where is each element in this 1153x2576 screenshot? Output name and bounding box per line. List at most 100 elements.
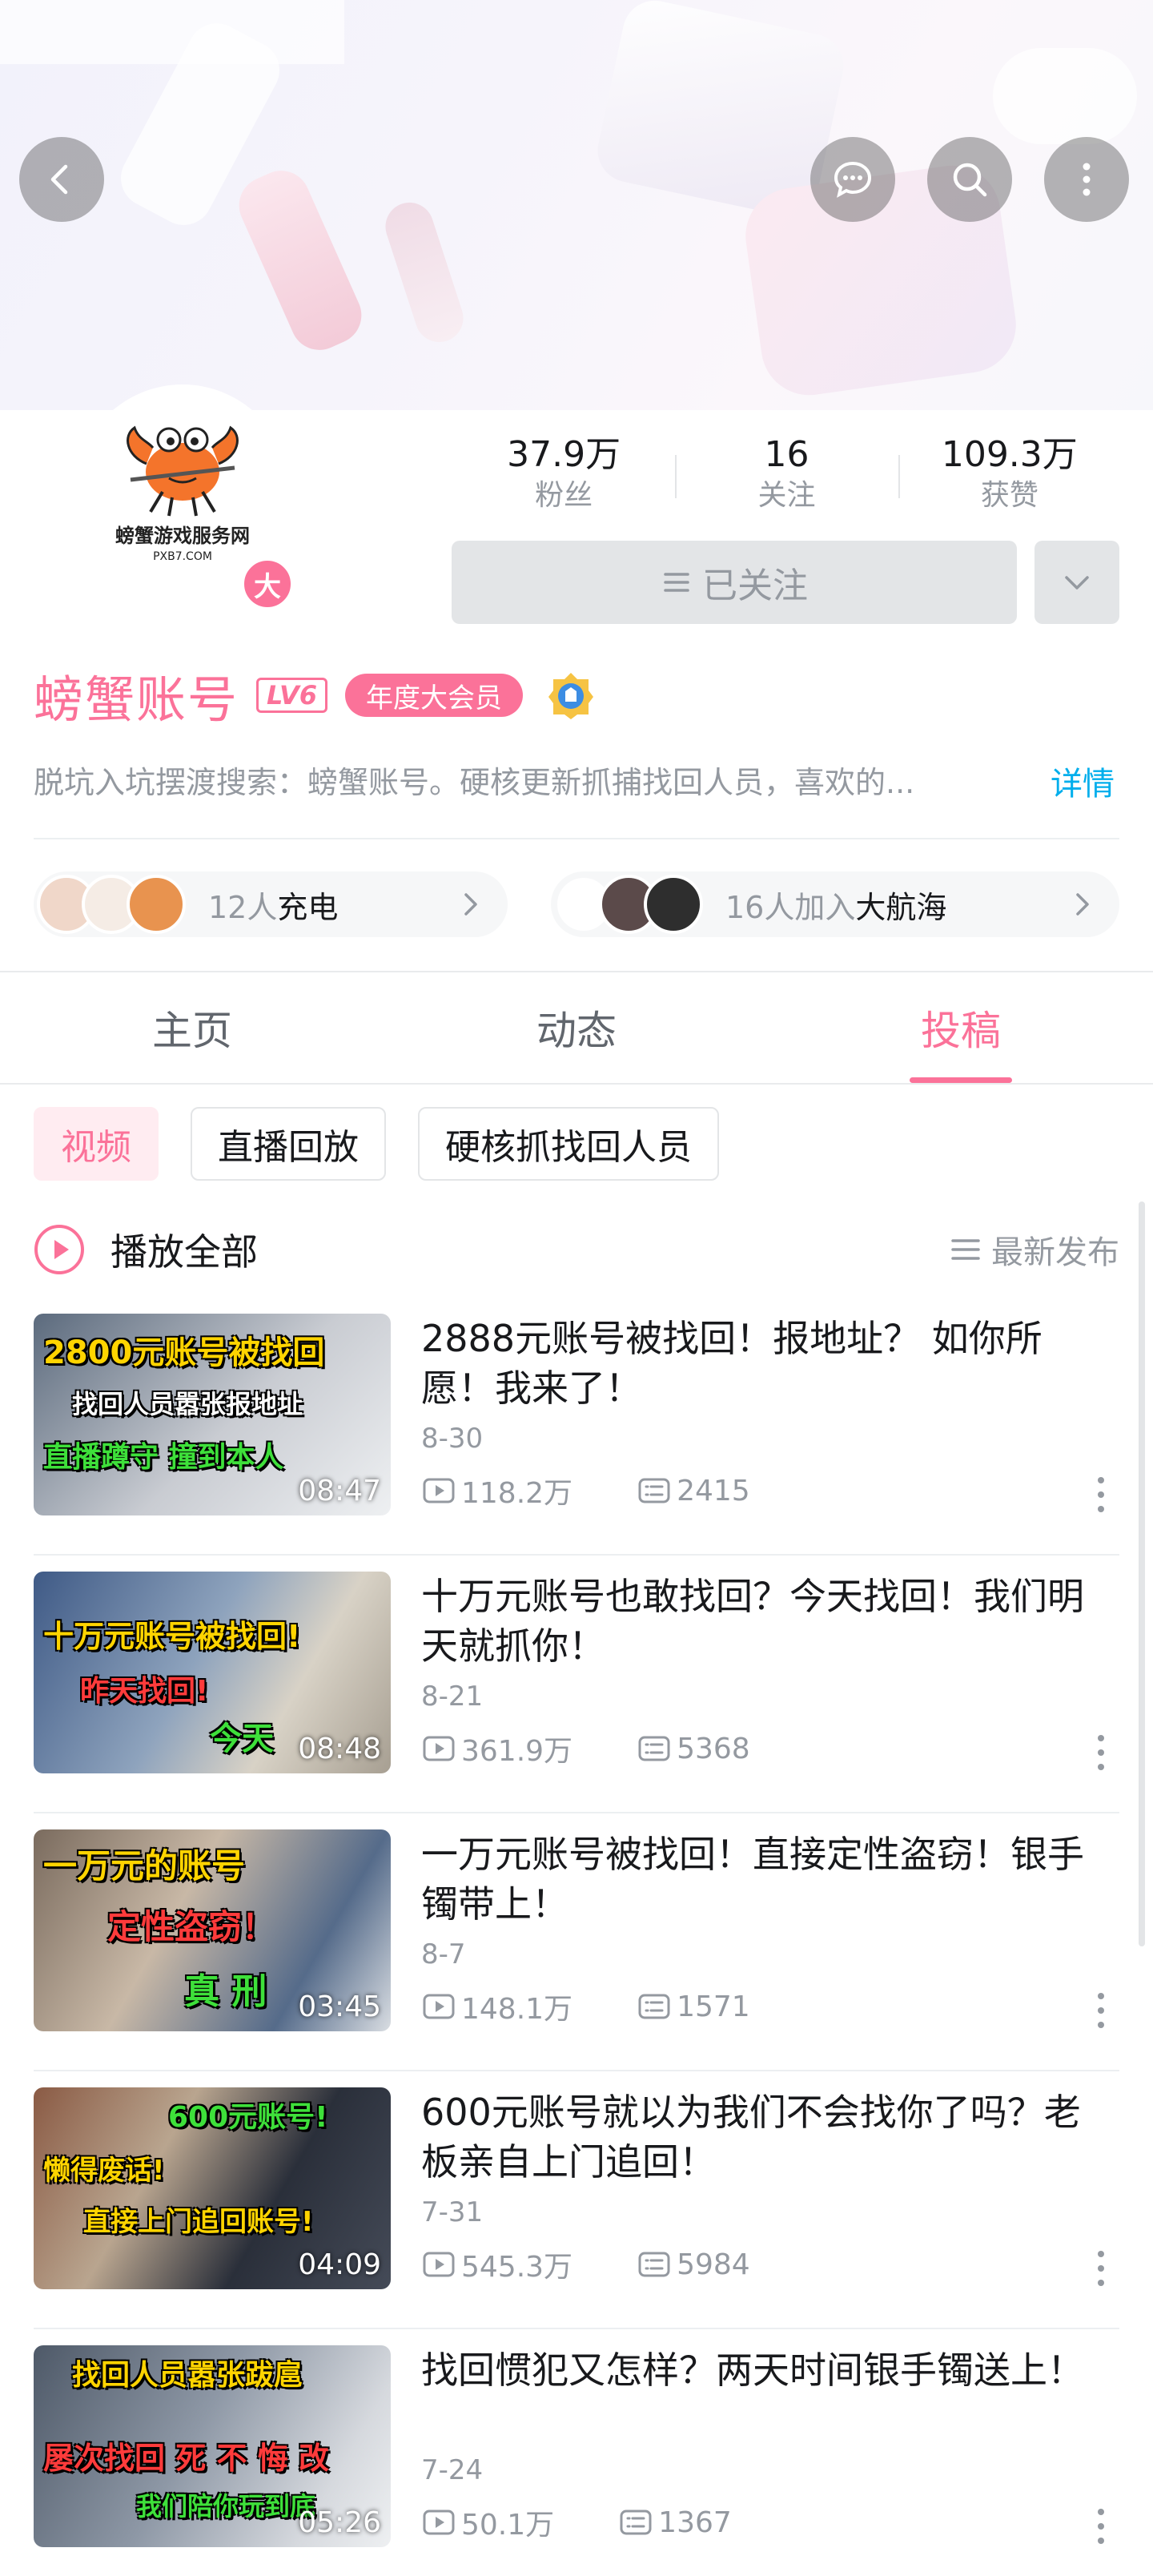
video-thumbnail[interactable]: 600元账号! 懒得废话! 直接上门追回账号! 04:09	[34, 2087, 391, 2289]
video-duration: 05:26	[298, 2506, 381, 2539]
more-vertical-icon[interactable]	[1089, 1729, 1113, 1777]
thumbnail-caption: 直播蹲守 撞到本人	[43, 1441, 284, 1474]
banner-decoration	[230, 161, 371, 360]
follow-dropdown-button[interactable]	[1034, 541, 1119, 624]
sort-label: 最新发布	[991, 1234, 1119, 1271]
comment-count: 1571	[677, 1990, 750, 2023]
vip-badge[interactable]: 年度大会员	[345, 674, 524, 717]
video-meta: 361.9万 5368	[421, 1729, 750, 1769]
message-button[interactable]	[810, 137, 895, 222]
charge-entry[interactable]: 12人充电	[34, 871, 508, 937]
more-vertical-icon[interactable]	[1089, 2244, 1113, 2292]
chip-live-replay[interactable]: 直播回放	[191, 1107, 386, 1181]
video-item[interactable]: 十万元账号被找回! 昨天找回! 今天 08:48 十万元账号也敢找回？今天找回！…	[0, 1556, 1153, 1813]
video-date: 8-21	[421, 1680, 484, 1713]
play-count-icon	[423, 2510, 455, 2535]
supporter-avatar	[127, 875, 186, 934]
thumbnail-caption: 今天	[210, 1721, 274, 1757]
banner-decoration	[379, 196, 470, 348]
comment-count-icon	[638, 2252, 670, 2277]
video-meta: 50.1万 1367	[421, 2502, 732, 2542]
chip-collection[interactable]: 硬核抓找回人员	[418, 1107, 719, 1181]
comment-meta: 1367	[618, 2505, 732, 2540]
view-count: 361.9万	[461, 1735, 573, 1768]
video-title[interactable]: 找回惯犯又怎样？两天时间银手镯送上！	[421, 2345, 1110, 2395]
video-thumbnail[interactable]: 找回人员嚣张跋扈 屡次找回 死 不 悔 改 我们陪你玩到底 05:26	[34, 2345, 391, 2547]
voyage-entry[interactable]: 16人加入大航海	[551, 871, 1119, 937]
bio-details-link[interactable]: 详情	[1051, 758, 1115, 804]
video-item[interactable]: 找回人员嚣张跋扈 屡次找回 死 不 悔 改 我们陪你玩到底 05:26 找回惯犯…	[0, 2329, 1153, 2576]
video-item[interactable]: 2800元账号被找回 找回人员嚣张报地址 直播蹲守 撞到本人 08:47 288…	[0, 1298, 1153, 1556]
video-meta: 148.1万 1571	[421, 1986, 750, 2027]
comment-count: 5368	[677, 1732, 750, 1765]
video-date: 8-30	[421, 1423, 484, 1455]
tab-home[interactable]: 主页	[0, 972, 384, 1083]
more-vertical-icon[interactable]	[1089, 2502, 1113, 2550]
video-title[interactable]: 600元账号就以为我们不会找你了吗？老板亲自上门追回！	[421, 2087, 1110, 2187]
back-button[interactable]	[19, 137, 104, 222]
video-thumbnail[interactable]: 2800元账号被找回 找回人员嚣张报地址 直播蹲守 撞到本人 08:47	[34, 1314, 391, 1515]
chevron-down-icon	[1065, 576, 1089, 590]
search-button[interactable]	[927, 137, 1012, 222]
video-duration: 08:47	[298, 1475, 381, 1507]
play-count-icon	[423, 1736, 455, 1761]
bio-text: 脱坑入坑摆渡搜索：螃蟹账号。硬核更新抓捕找回人员，喜欢的...	[34, 765, 915, 800]
stat-label: 粉丝	[535, 479, 593, 512]
more-vertical-icon[interactable]	[1089, 1471, 1113, 1519]
comment-count: 2415	[677, 1474, 750, 1507]
video-title[interactable]: 一万元账号被找回！直接定性盗窃！银手镯带上！	[421, 1829, 1110, 1929]
menu-lines-icon	[664, 573, 689, 592]
video-thumbnail[interactable]: 十万元账号被找回! 昨天找回! 今天 08:48	[34, 1572, 391, 1773]
video-item[interactable]: 一万元的账号 定性盗窃！ 真 刑 03:45 一万元账号被找回！直接定性盗窃！银…	[0, 1813, 1153, 2071]
play-count-icon	[423, 1478, 455, 1503]
followed-label: 已关注	[702, 566, 808, 606]
video-title[interactable]: 2888元账号被找回！报地址？ 如你所愿！我来了！	[421, 1314, 1110, 1413]
divider	[34, 838, 1119, 839]
tab-dynamics[interactable]: 动态	[384, 972, 769, 1083]
play-circle-icon	[34, 1225, 84, 1274]
followed-button[interactable]: 已关注	[452, 541, 1017, 624]
stat-following[interactable]: 16 关注	[675, 433, 898, 521]
more-vertical-icon[interactable]	[1089, 1986, 1113, 2035]
member-avatar	[644, 875, 703, 934]
comment-count-icon	[638, 1478, 670, 1503]
chip-videos[interactable]: 视频	[34, 1107, 159, 1181]
thumbnail-caption: 一万元的账号	[43, 1846, 246, 1886]
chevron-right-icon	[1076, 893, 1089, 916]
play-count-icon	[423, 2252, 455, 2277]
video-date: 7-24	[421, 2454, 484, 2486]
tab-uploads[interactable]: 投稿	[769, 972, 1153, 1083]
thumbnail-caption: 屡次找回 死 不 悔 改	[43, 2441, 329, 2476]
username-row: 螃蟹账号 LV6 年度大会员	[34, 662, 597, 729]
video-meta: 545.3万 5984	[421, 2244, 750, 2284]
video-date: 8-7	[421, 1938, 466, 1970]
stat-label: 关注	[757, 479, 816, 512]
video-item[interactable]: 600元账号! 懒得废话! 直接上门追回账号! 04:09 600元账号就以为我…	[0, 2071, 1153, 2329]
thumbnail-caption: 600元账号!	[168, 2101, 328, 2134]
stat-fans[interactable]: 37.9万 粉丝	[452, 433, 675, 521]
chevron-right-icon	[464, 893, 477, 916]
stat-number: 37.9万	[507, 434, 621, 475]
thumbnail-caption: 我们陪你玩到底	[136, 2491, 316, 2522]
big-vip-badge: 大	[240, 557, 295, 611]
thumbnail-caption: 找回人员嚣张跋扈	[72, 2359, 303, 2392]
video-title[interactable]: 十万元账号也敢找回？今天找回！我们明天就抓你！	[421, 1572, 1110, 1671]
sort-lines-icon	[951, 1239, 980, 1260]
thumbnail-caption: 十万元账号被找回!	[43, 1619, 301, 1654]
comment-count-icon	[620, 2510, 652, 2535]
thumbnail-caption: 直接上门追回账号!	[83, 2206, 314, 2238]
view-count: 545.3万	[461, 2251, 573, 2284]
charge-text: 12人充电	[208, 889, 339, 925]
voyage-text: 16人加入大航海	[725, 889, 947, 925]
comment-count-icon	[638, 1736, 670, 1761]
more-button[interactable]	[1044, 137, 1129, 222]
svg-text:螃蟹游戏服务网: 螃蟹游戏服务网	[115, 525, 250, 547]
video-thumbnail[interactable]: 一万元的账号 定性盗窃！ 真 刑 03:45	[34, 1829, 391, 2031]
medal-icon[interactable]	[545, 670, 597, 721]
sort-button[interactable]: 最新发布	[950, 1224, 1119, 1275]
back-icon	[50, 164, 68, 195]
stat-likes[interactable]: 109.3万 获赞	[898, 433, 1121, 521]
play-all-button[interactable]: 播放全部	[32, 1218, 258, 1282]
comment-meta: 5984	[637, 2247, 750, 2282]
upload-filter-chips: 视频 直播回放 硬核抓找回人员	[34, 1107, 719, 1182]
